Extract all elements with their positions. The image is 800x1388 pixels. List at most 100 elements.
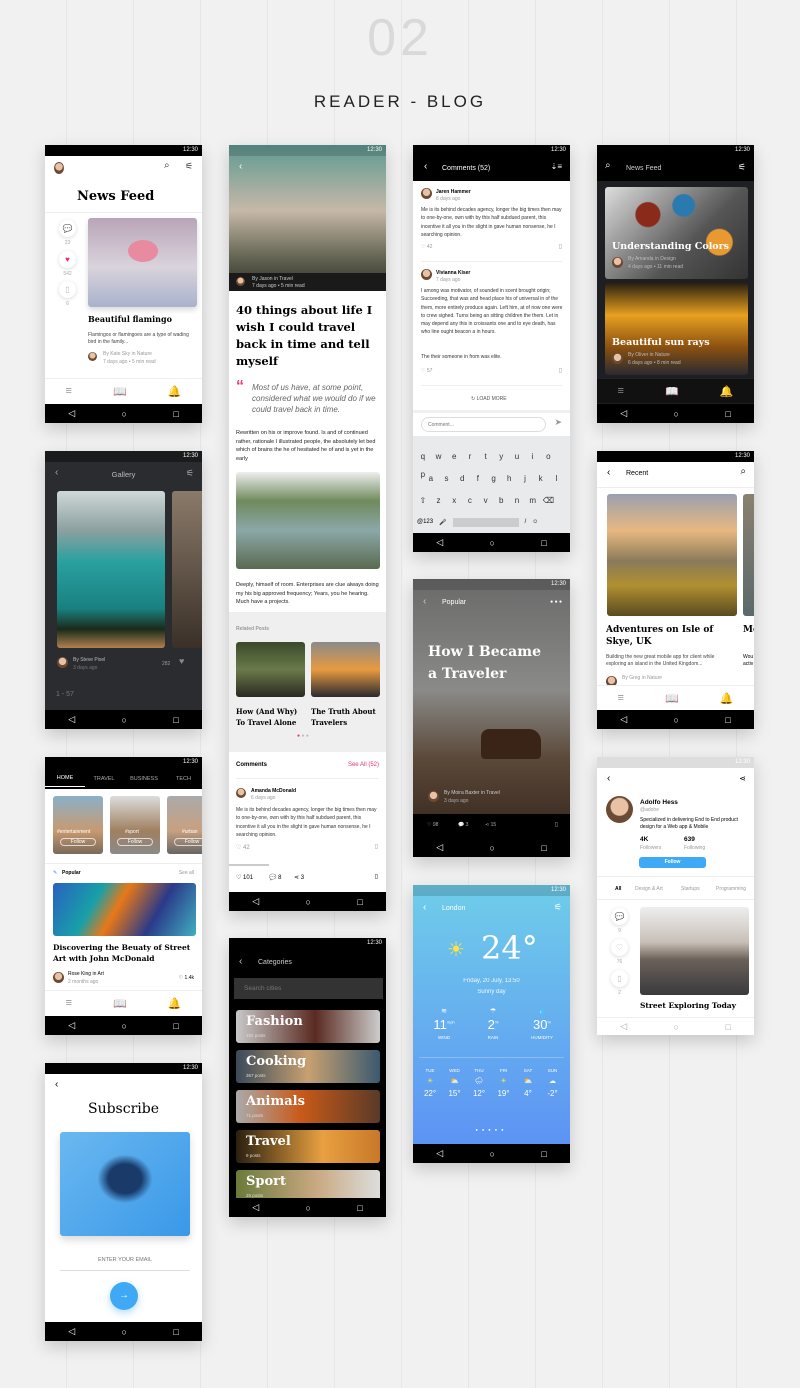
home-icon[interactable]: ○ [122,1327,127,1337]
like-button[interactable]: ♡ 42 [421,244,432,250]
key[interactable]: t [478,452,494,461]
keyboard[interactable]: q w e r t y u i op asdfghjkl ⇧ z x c v b n m ⌫ @123 🎤 / ☺ [413,436,570,533]
back-icon[interactable]: ‹ [424,161,427,172]
tab-design-art[interactable]: Design & Art [635,886,663,892]
key[interactable]: c [462,496,478,505]
bookmark-icon[interactable]: ▯ [375,843,378,850]
back-icon[interactable]: ◁ [620,1021,627,1032]
recents-icon[interactable]: □ [173,715,178,725]
bookmark-button[interactable]: ▯ [611,970,628,987]
share-button[interactable]: ⋖ 15 [485,822,496,828]
post-image[interactable] [88,218,197,307]
back-icon[interactable]: ◁ [620,714,627,725]
back-icon[interactable]: ◁ [252,1202,259,1213]
avatar[interactable] [54,162,64,174]
key[interactable]: z [431,496,447,505]
category-card[interactable]: Animals 71 posts [236,1090,380,1123]
home-icon[interactable]: ○ [122,715,127,725]
post-image[interactable] [53,883,196,936]
back-icon[interactable]: ◁ [68,714,75,725]
emoji-key[interactable]: ☺ [532,519,538,525]
back-icon[interactable]: ◁ [436,1148,443,1159]
home-icon[interactable]: ○ [674,409,679,419]
post-image[interactable] [743,494,754,616]
comment-button[interactable]: 💬 8 [269,874,281,881]
heart-icon[interactable]: ♥ [179,656,184,666]
menu-icon[interactable]: ≡ [66,385,72,397]
like-button[interactable]: ♡ 101 [236,874,253,881]
shift-key[interactable]: ⇧ [415,496,431,505]
key[interactable]: u [509,452,525,461]
tab-home[interactable]: HOME [45,770,85,787]
like-button[interactable]: ♥ [59,251,76,268]
menu-icon[interactable]: ≡ [66,997,72,1009]
email-input[interactable] [60,1249,190,1271]
bell-icon[interactable]: 🔔 [168,385,182,398]
key[interactable]: x [446,496,462,505]
key[interactable]: o [541,452,557,461]
submit-arrow-button[interactable]: → [110,1282,138,1310]
recents-icon[interactable]: □ [541,538,546,548]
back-icon[interactable]: ‹ [55,1079,58,1090]
gallery-image[interactable] [172,491,202,648]
home-icon[interactable]: ○ [490,1149,495,1159]
category-card[interactable]: Travel 9 posts [236,1130,380,1163]
recents-icon[interactable]: □ [725,409,730,419]
recents-icon[interactable]: □ [173,1327,178,1337]
follow-button[interactable]: Follow [174,838,202,846]
home-icon[interactable]: ○ [674,715,679,725]
follow-button[interactable]: Follow [639,857,706,868]
related-image[interactable] [311,642,380,697]
category-card[interactable]: Fashion 192 posts [236,1010,380,1043]
home-icon[interactable]: ○ [674,1022,679,1032]
back-icon[interactable]: ◁ [436,842,443,853]
search-icon[interactable]: ⌕ [164,160,170,171]
back-icon[interactable]: ‹ [423,902,426,913]
key[interactable]: w [431,452,447,461]
sort-icon[interactable]: ⇣≡ [551,162,562,171]
comment-button[interactable]: 💬 [59,220,76,237]
like-button[interactable]: ♡ 57 [421,368,432,374]
key[interactable]: b [493,496,509,505]
recents-icon[interactable]: □ [725,1022,730,1032]
back-icon[interactable]: ‹ [423,596,426,607]
slash-key[interactable]: / [525,519,527,525]
back-icon[interactable]: ◁ [68,1020,75,1031]
book-icon[interactable]: 📖 [665,692,679,705]
recents-icon[interactable]: □ [541,1149,546,1159]
tab-startups[interactable]: Startups [681,886,700,892]
bookmark-button[interactable]: ▯ [59,281,76,298]
key[interactable]: m [525,496,541,505]
menu-icon[interactable]: ≡ [618,692,624,704]
bookmark-icon[interactable]: ▯ [555,821,558,828]
home-icon[interactable]: ○ [122,1021,127,1031]
mic-icon[interactable]: 🎤 [439,519,446,526]
share-button[interactable]: ⋖ 3 [294,874,304,881]
backspace-key[interactable]: ⌫ [541,496,557,505]
search-icon[interactable]: ⌕ [740,466,746,477]
back-icon[interactable]: ◁ [436,537,443,548]
home-icon[interactable]: ○ [490,843,495,853]
home-icon[interactable]: ○ [306,897,311,907]
back-icon[interactable]: ‹ [239,956,242,967]
recents-icon[interactable]: □ [725,715,730,725]
tab-business[interactable]: BUSINESS [123,776,165,782]
book-icon[interactable]: 📖 [113,385,127,398]
bell-icon[interactable]: 🔔 [168,997,182,1010]
key[interactable]: s [439,474,455,483]
see-all-link[interactable]: See All (52) [348,762,379,768]
key[interactable]: v [478,496,494,505]
tab-travel[interactable]: TRAVEL [85,776,123,782]
key[interactable]: j [517,474,533,483]
see-all-link[interactable]: See all [179,870,194,876]
home-icon[interactable]: ○ [490,538,495,548]
post-title[interactable]: Beautiful flamingo [88,314,172,324]
back-icon[interactable]: ‹ [607,773,610,784]
recents-icon[interactable]: □ [173,1021,178,1031]
filter-icon[interactable]: ⚟ [186,468,194,479]
book-icon[interactable]: 📖 [113,997,127,1010]
load-more-button[interactable]: ↻ LOAD MORE [471,396,507,402]
space-key[interactable] [452,517,519,527]
key[interactable]: h [501,474,517,483]
post-image[interactable] [607,494,737,616]
